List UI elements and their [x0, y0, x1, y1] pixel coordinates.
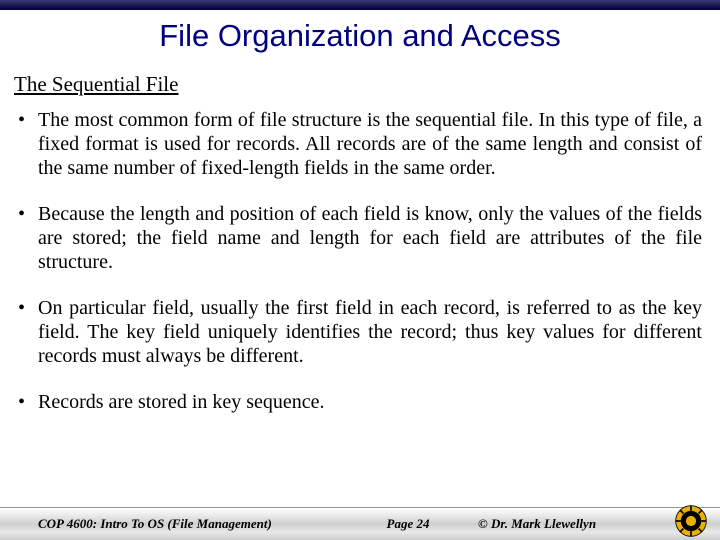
footer-course: COP 4600: Intro To OS (File Management) — [0, 516, 338, 532]
list-item: Records are stored in key sequence. — [14, 390, 702, 414]
top-accent-bar — [0, 0, 720, 10]
slide-body: The most common form of file structure i… — [14, 108, 702, 436]
bullet-list: The most common form of file structure i… — [14, 108, 702, 414]
slide-title: File Organization and Access — [0, 18, 720, 54]
slide: File Organization and Access The Sequent… — [0, 0, 720, 540]
list-item: On particular field, usually the first f… — [14, 296, 702, 368]
list-item: Because the length and position of each … — [14, 202, 702, 274]
slide-footer: COP 4600: Intro To OS (File Management) … — [0, 507, 720, 540]
list-item: The most common form of file structure i… — [14, 108, 702, 180]
footer-page: Page 24 — [338, 516, 478, 532]
slide-subtitle: The Sequential File — [14, 72, 178, 97]
ucf-logo-icon — [674, 504, 708, 538]
footer-author: © Dr. Mark Llewellyn — [478, 516, 638, 532]
